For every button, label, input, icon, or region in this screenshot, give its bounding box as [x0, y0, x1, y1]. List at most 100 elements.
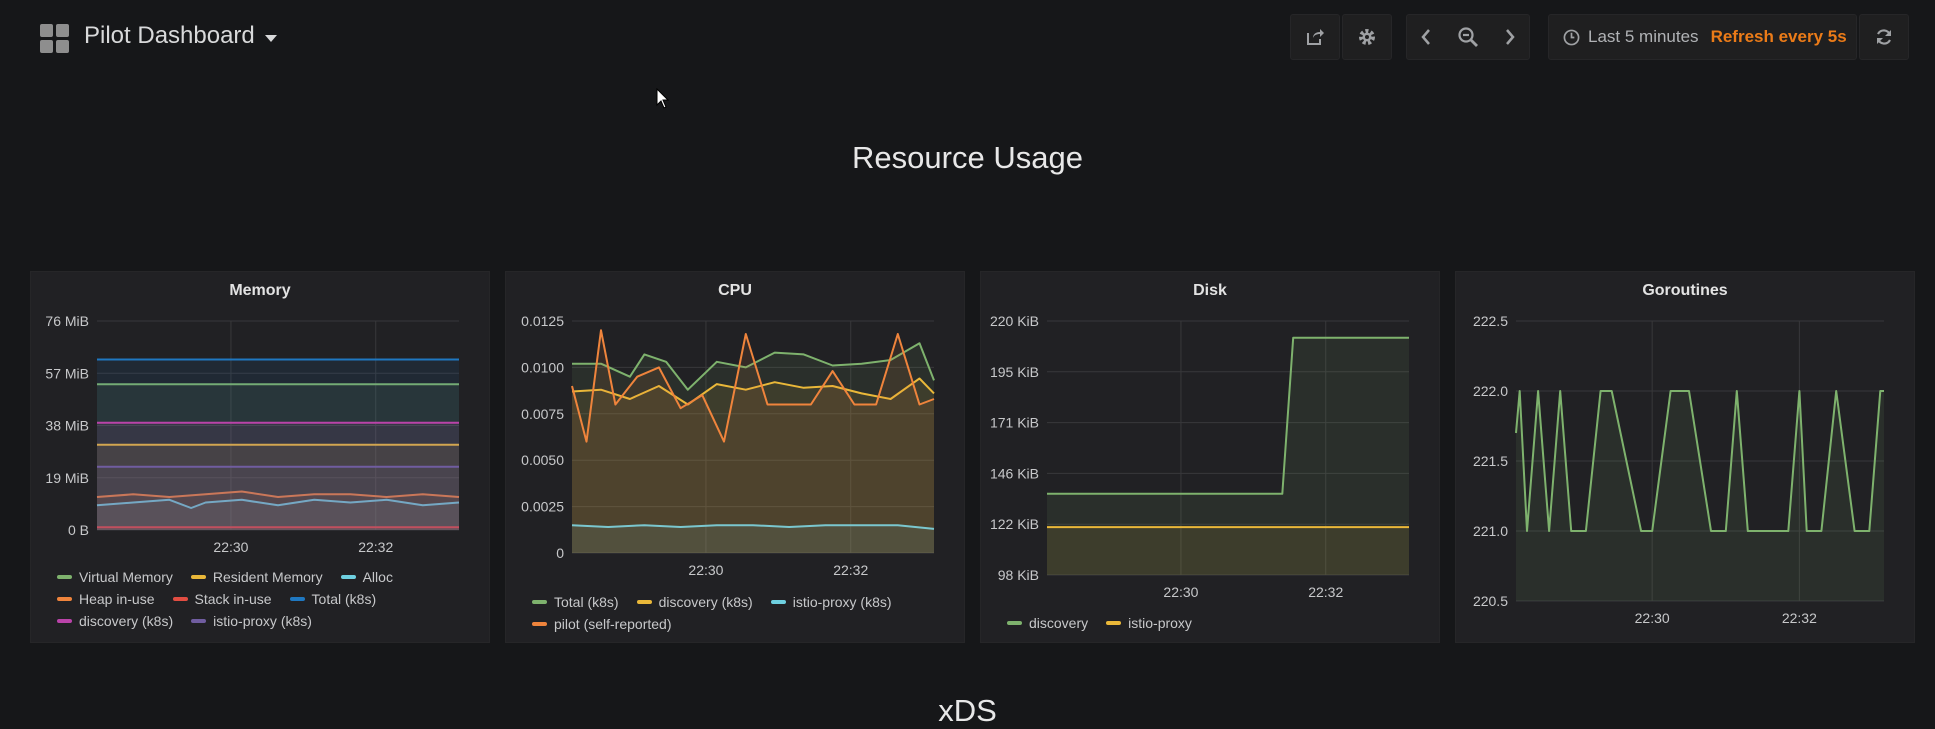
- legend-label: Stack in-use: [194, 591, 272, 607]
- y-tick-label: 122 KiB: [990, 516, 1039, 532]
- x-tick-label: 22:32: [833, 562, 868, 578]
- legend-item[interactable]: Alloc: [340, 569, 393, 585]
- y-tick-label: 0.0025: [521, 499, 564, 515]
- legend-item[interactable]: istio-proxy (k8s): [770, 594, 892, 610]
- chevron-right-icon[interactable]: [1503, 27, 1517, 47]
- area-istio-proxy: [1047, 527, 1409, 575]
- gear-icon: [1359, 29, 1375, 45]
- y-tick-label: 0: [556, 545, 564, 561]
- y-tick-label: 222.0: [1473, 383, 1508, 399]
- section-title-resource-usage: Resource Usage: [852, 140, 1083, 175]
- zoom-out-icon[interactable]: [1457, 26, 1479, 48]
- share-icon: [1307, 29, 1324, 45]
- panel-memory[interactable]: Memory 76 MiB 57 MiB 38 MiB 19 MiB 0 B 22:30 2…: [30, 271, 490, 643]
- legend-item[interactable]: Virtual Memory: [57, 569, 173, 585]
- caret-down-icon: [264, 34, 277, 42]
- top-navbar: Pilot Dashboard Last 5 minutes Refresh e…: [0, 0, 1935, 76]
- x-tick-label: 22:32: [1308, 584, 1343, 600]
- area-istio-proxy-k8s: [97, 466, 459, 530]
- panel-goroutines[interactable]: Goroutines 222.5 222.0 221.5 221.0 220.5 22:3…: [1455, 271, 1915, 643]
- settings-button[interactable]: [1342, 14, 1392, 60]
- legend-label: discovery (k8s): [79, 613, 174, 629]
- disk-chart: 220 KiB 195 KiB 171 KiB 146 KiB 122 KiB 98 Ki…: [990, 313, 1409, 600]
- legend-item[interactable]: pilot (self-reported): [532, 616, 672, 632]
- clock-icon: [1563, 29, 1580, 45]
- legend-label: Heap in-use: [79, 591, 155, 607]
- legend-item[interactable]: discovery (k8s): [57, 613, 173, 629]
- legend-label: pilot (self-reported): [554, 616, 672, 632]
- refresh-icon: [1876, 29, 1892, 45]
- y-tick-label: 38 MiB: [45, 418, 89, 434]
- panel-disk[interactable]: Disk 220 KiB 195 KiB 171 KiB 146 KiB 122 KiB…: [980, 271, 1440, 643]
- mouse-cursor-icon: [656, 88, 670, 109]
- disk-legend: discovery istio-proxy: [1007, 615, 1429, 631]
- time-range-label: Last 5 minutes: [1588, 27, 1699, 46]
- refresh-button[interactable]: [1859, 14, 1909, 60]
- y-tick-label: 195 KiB: [990, 364, 1039, 380]
- dashboards-grid-icon[interactable]: [40, 24, 70, 54]
- time-range-picker[interactable]: Last 5 minutes Refresh every 5s: [1548, 14, 1857, 60]
- x-tick-label: 22:30: [1163, 584, 1198, 600]
- y-tick-label: 171 KiB: [990, 415, 1039, 431]
- y-tick-label: 221.0: [1473, 523, 1508, 539]
- legend-label: discovery (k8s): [658, 594, 753, 610]
- chevron-left-icon[interactable]: [1419, 27, 1433, 47]
- legend-swatch: [289, 597, 305, 601]
- y-tick-label: 220.5: [1473, 593, 1508, 609]
- legend-label: Total (k8s): [554, 594, 619, 610]
- refresh-interval-label: Refresh every 5s: [1710, 27, 1847, 46]
- legend-swatch: [57, 575, 72, 579]
- y-tick-label: 0.0125: [521, 313, 564, 329]
- legend-item[interactable]: istio-proxy (k8s): [191, 613, 312, 629]
- y-tick-label: 221.5: [1473, 453, 1508, 469]
- time-nav-group: [1406, 14, 1530, 60]
- y-tick-label: 146 KiB: [990, 465, 1039, 481]
- legend-label: istio-proxy (k8s): [213, 613, 312, 629]
- legend-item[interactable]: Stack in-use: [172, 591, 272, 607]
- legend-label: Virtual Memory: [79, 569, 173, 585]
- legend-label: Resident Memory: [212, 569, 323, 585]
- legend-label: istio-proxy (k8s): [792, 594, 892, 610]
- legend-swatch: [532, 622, 547, 626]
- legend-swatch: [57, 619, 72, 623]
- legend-swatch: [636, 600, 652, 604]
- dashboard-title: Pilot Dashboard: [84, 22, 255, 49]
- legend-item[interactable]: discovery (k8s): [636, 594, 753, 610]
- legend-swatch: [1007, 621, 1022, 625]
- legend-item[interactable]: istio-proxy: [1106, 615, 1192, 631]
- legend-swatch: [191, 619, 207, 623]
- memory-legend: Virtual Memory Resident Memory Alloc Heap i…: [57, 569, 479, 629]
- y-tick-label: 57 MiB: [45, 365, 89, 381]
- legend-item[interactable]: Resident Memory: [190, 569, 323, 585]
- x-tick-label: 22:32: [358, 539, 393, 555]
- legend-swatch: [190, 575, 206, 579]
- y-tick-label: 19 MiB: [45, 470, 89, 486]
- legend-swatch: [340, 575, 356, 579]
- area-series: [1516, 391, 1884, 601]
- legend-item[interactable]: discovery: [1007, 615, 1088, 631]
- panel-cpu[interactable]: CPU 0.0125 0.0100 0.0075 0.0050 0.0025 0 22:30…: [505, 271, 965, 643]
- legend-label: Total (k8s): [311, 591, 377, 607]
- legend-label: istio-proxy: [1128, 615, 1192, 631]
- cpu-legend: Total (k8s) discovery (k8s) istio-proxy (k…: [532, 594, 954, 632]
- y-tick-label: 0.0075: [521, 406, 564, 422]
- y-tick-label: 0.0050: [521, 452, 564, 468]
- y-tick-label: 220 KiB: [990, 313, 1039, 329]
- dashboard-picker[interactable]: Pilot Dashboard: [84, 22, 277, 50]
- y-tick-label: 222.5: [1473, 313, 1508, 329]
- x-tick-label: 22:30: [688, 562, 723, 578]
- legend-item[interactable]: Heap in-use: [57, 591, 155, 607]
- y-tick-label: 0 B: [68, 522, 89, 538]
- legend-label: discovery: [1029, 615, 1089, 631]
- legend-item[interactable]: Total (k8s): [289, 591, 377, 607]
- legend-item[interactable]: Total (k8s): [532, 594, 619, 610]
- y-tick-label: 0.0100: [521, 359, 564, 375]
- legend-swatch: [1106, 621, 1122, 625]
- x-tick-label: 22:30: [1635, 610, 1670, 626]
- legend-label: Alloc: [362, 569, 393, 585]
- share-button[interactable]: [1290, 14, 1340, 60]
- legend-swatch: [770, 600, 786, 604]
- x-tick-label: 22:32: [1782, 610, 1817, 626]
- legend-swatch: [172, 597, 188, 601]
- legend-swatch: [532, 600, 547, 604]
